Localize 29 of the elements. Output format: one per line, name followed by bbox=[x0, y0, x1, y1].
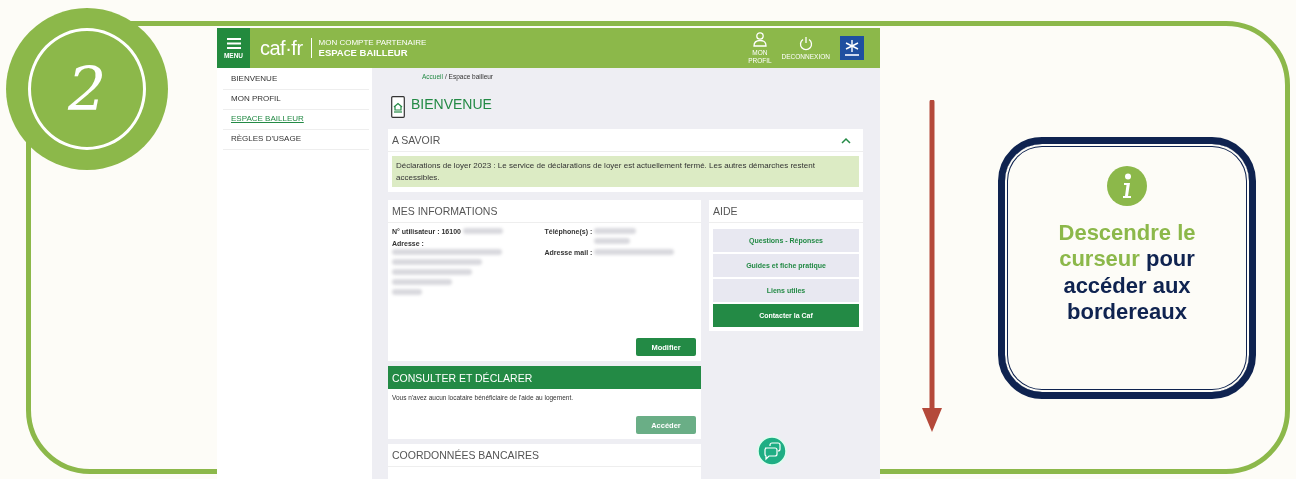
card-title: CONSULTER ET DÉCLARER bbox=[392, 371, 533, 384]
power-icon bbox=[798, 35, 813, 51]
card-title: MES INFORMATIONS bbox=[392, 205, 498, 218]
redacted-text bbox=[462, 228, 503, 235]
info-icon bbox=[1107, 166, 1147, 206]
step-badge: 2 bbox=[6, 8, 168, 170]
site-logo[interactable]: caf·fr bbox=[260, 36, 303, 60]
chat-bubble-icon[interactable] bbox=[757, 436, 787, 466]
header-title: ESPACE BAILLEUR bbox=[318, 47, 409, 58]
card-title: AIDE bbox=[713, 205, 738, 218]
sidebar-item[interactable]: BIENVENUE bbox=[223, 70, 369, 90]
home-document-icon bbox=[391, 96, 405, 118]
sidebar-item[interactable]: RÈGLES D'USAGE bbox=[223, 130, 369, 150]
card-title: A SAVOIR bbox=[392, 134, 441, 146]
collapse-chevron-icon[interactable] bbox=[841, 136, 851, 144]
tip-text: Descendre le curseur pour accéder aux bordereaux bbox=[1057, 220, 1197, 326]
page-title: BIENVENUE bbox=[411, 96, 492, 112]
emblem-logo-icon bbox=[840, 36, 864, 60]
notice-message: Déclarations de loyer 2023 : Le service de déclarations de loyer est actuellement fermé. Les autres démarches restent accessibles. bbox=[392, 156, 859, 188]
redacted-text bbox=[594, 238, 631, 245]
sidebar-item[interactable]: MON PROFIL bbox=[223, 90, 369, 110]
redacted-text bbox=[594, 228, 637, 235]
user-icon bbox=[752, 32, 767, 48]
card-title: COORDONNÉES BANCAIRES bbox=[392, 449, 540, 462]
redacted-text bbox=[392, 279, 452, 286]
menu-icon bbox=[226, 37, 241, 49]
redacted-text bbox=[392, 289, 422, 296]
header-subtitle: MON COMPTE PARTENAIRE bbox=[318, 38, 427, 47]
sidebar-item[interactable]: ESPACE BAILLEUR bbox=[223, 110, 369, 130]
